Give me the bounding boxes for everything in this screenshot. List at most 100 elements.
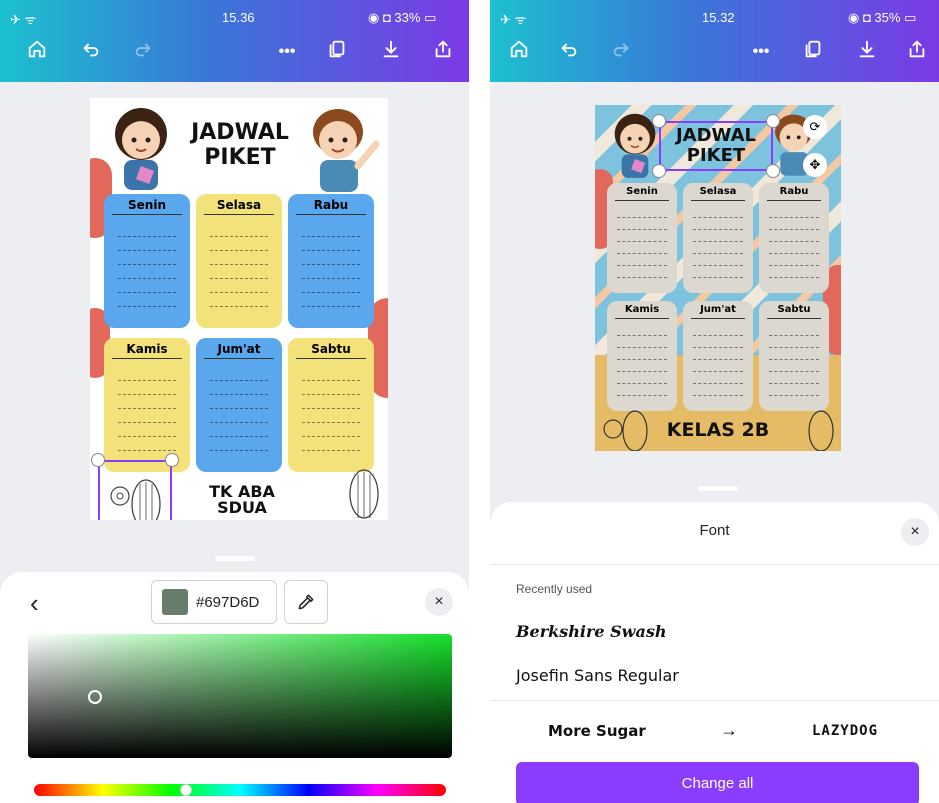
divider <box>767 318 821 319</box>
day-card-sabtu[interactable]: Sabtu <box>759 301 829 411</box>
back-chevron-icon[interactable]: ‹ <box>30 588 39 619</box>
day-card-rabu[interactable]: Rabu <box>288 194 374 328</box>
day-label: Selasa <box>699 186 737 197</box>
day-label: Jum'at <box>700 304 736 315</box>
divider <box>204 358 274 359</box>
poster-title[interactable]: JADWAL PIKET <box>178 122 302 169</box>
download-icon[interactable] <box>376 38 406 68</box>
poster-footer[interactable]: TK ABA SDUA <box>182 484 302 516</box>
boy-illustration <box>313 109 380 192</box>
day-card-senin[interactable]: Senin <box>104 194 190 328</box>
font-option-josefin-sans[interactable]: Josefin Sans Regular <box>516 666 679 685</box>
day-card-jumat[interactable]: Jum'at <box>196 338 282 472</box>
design-canvas[interactable]: JADWAL PIKET ⟳ ✥ Senin Selasa Rabu Kamis <box>595 105 841 451</box>
day-card-kamis[interactable]: Kamis <box>104 338 190 472</box>
resize-handle[interactable] <box>766 114 780 128</box>
airplane-wifi-icons: ✈ ᯤ <box>10 12 37 27</box>
font-panel: Font × Recently used Berkshire Swash Jos… <box>490 502 939 803</box>
day-card-selasa[interactable]: Selasa <box>196 194 282 328</box>
resize-handle[interactable] <box>91 453 105 467</box>
hue-slider[interactable] <box>34 784 446 796</box>
girl-illustration <box>115 108 167 190</box>
home-icon[interactable] <box>22 38 52 68</box>
divider <box>490 700 939 701</box>
cactus-illustration <box>349 469 379 519</box>
day-label: Kamis <box>126 342 168 356</box>
day-label: Rabu <box>779 186 809 197</box>
move-icon[interactable]: ✥ <box>803 153 827 177</box>
day-card-rabu[interactable]: Rabu <box>759 183 829 293</box>
day-label: Senin <box>128 198 166 212</box>
status-time: 15.36 <box>222 10 255 25</box>
cactus-illustration <box>110 479 161 520</box>
section-label: Recently used <box>516 582 593 596</box>
new-font-label: LAZYDOG <box>812 723 879 739</box>
arrow-right-icon: → <box>720 720 738 740</box>
day-card-kamis[interactable]: Kamis <box>607 301 677 411</box>
day-card-jumat[interactable]: Jum'at <box>683 301 753 411</box>
sheet-drag-handle[interactable] <box>698 486 738 491</box>
eyedropper-glyph <box>298 594 314 610</box>
sheet-drag-handle[interactable] <box>215 556 255 561</box>
resize-handle[interactable] <box>652 164 666 178</box>
more-icon[interactable]: ••• <box>746 38 776 66</box>
undo-icon[interactable] <box>76 38 106 68</box>
change-all-button[interactable]: Change all <box>516 762 919 803</box>
day-label: Sabtu <box>777 304 811 315</box>
day-label: Rabu <box>313 198 349 212</box>
copy-icon[interactable] <box>798 38 828 68</box>
toolbar: ✈ ᯤ 15.36 ◉ ◘ 33% ▭ ••• <box>0 0 469 82</box>
font-option-berkshire-swash[interactable]: Berkshire Swash <box>516 622 666 641</box>
day-card-selasa[interactable]: Selasa <box>683 183 753 293</box>
undo-icon[interactable] <box>554 38 584 68</box>
resize-handle[interactable] <box>652 114 666 128</box>
download-icon[interactable] <box>852 38 882 68</box>
status-battery: ◉ ◘ 35% ▭ <box>848 10 917 25</box>
panel-title: Font <box>699 522 730 539</box>
hex-value: #697D6D <box>196 594 260 611</box>
share-icon[interactable] <box>902 38 932 68</box>
divider <box>615 200 669 201</box>
status-time: 15.32 <box>702 10 735 25</box>
day-label: Kamis <box>624 304 660 315</box>
more-icon[interactable]: ••• <box>272 38 302 66</box>
poster-title[interactable]: JADWAL PIKET <box>661 127 771 165</box>
day-card-senin[interactable]: Senin <box>607 183 677 293</box>
saturation-value-picker[interactable] <box>28 634 452 758</box>
left-phone-screen: ✈ ᯤ 15.36 ◉ ◘ 33% ▭ ••• JADWAL PIKET Sen… <box>0 0 469 803</box>
close-icon[interactable]: × <box>425 588 453 616</box>
hue-slider-thumb[interactable] <box>180 784 192 796</box>
rotate-icon[interactable]: ⟳ <box>803 115 827 139</box>
divider <box>296 214 366 215</box>
day-label: Jum'at <box>217 342 261 356</box>
day-label: Senin <box>626 186 658 197</box>
cactus-illustration <box>808 410 834 451</box>
cactus-illustration <box>603 410 648 451</box>
eyedropper-icon[interactable] <box>284 580 328 624</box>
home-icon[interactable] <box>504 38 534 68</box>
divider <box>691 318 745 319</box>
poster-footer[interactable]: KELAS 2B <box>653 421 783 440</box>
selected-title-element[interactable]: JADWAL PIKET <box>659 121 773 171</box>
resize-handle[interactable] <box>766 164 780 178</box>
design-canvas[interactable]: JADWAL PIKET Senin Selasa Rabu Kamis Jum… <box>90 98 388 520</box>
divider <box>296 358 366 359</box>
divider <box>691 200 745 201</box>
airplane-wifi-icons: ✈ ᯤ <box>500 12 527 27</box>
color-picker-panel: ‹ #697D6D × <box>0 572 469 803</box>
close-icon[interactable]: × <box>901 518 929 546</box>
divider <box>112 358 182 359</box>
status-battery: ◉ ◘ 33% ▭ <box>368 10 437 25</box>
redo-icon[interactable] <box>606 38 636 68</box>
share-icon[interactable] <box>428 38 458 68</box>
resize-handle[interactable] <box>165 453 179 467</box>
color-swatch <box>162 589 188 615</box>
divider <box>490 564 939 565</box>
picker-cursor[interactable] <box>88 690 102 704</box>
hex-input[interactable]: #697D6D <box>151 580 277 624</box>
copy-icon[interactable] <box>322 38 352 68</box>
day-label: Sabtu <box>311 342 351 356</box>
selected-cactus-element[interactable] <box>98 460 172 520</box>
day-card-sabtu[interactable]: Sabtu <box>288 338 374 472</box>
redo-icon[interactable] <box>128 38 158 68</box>
